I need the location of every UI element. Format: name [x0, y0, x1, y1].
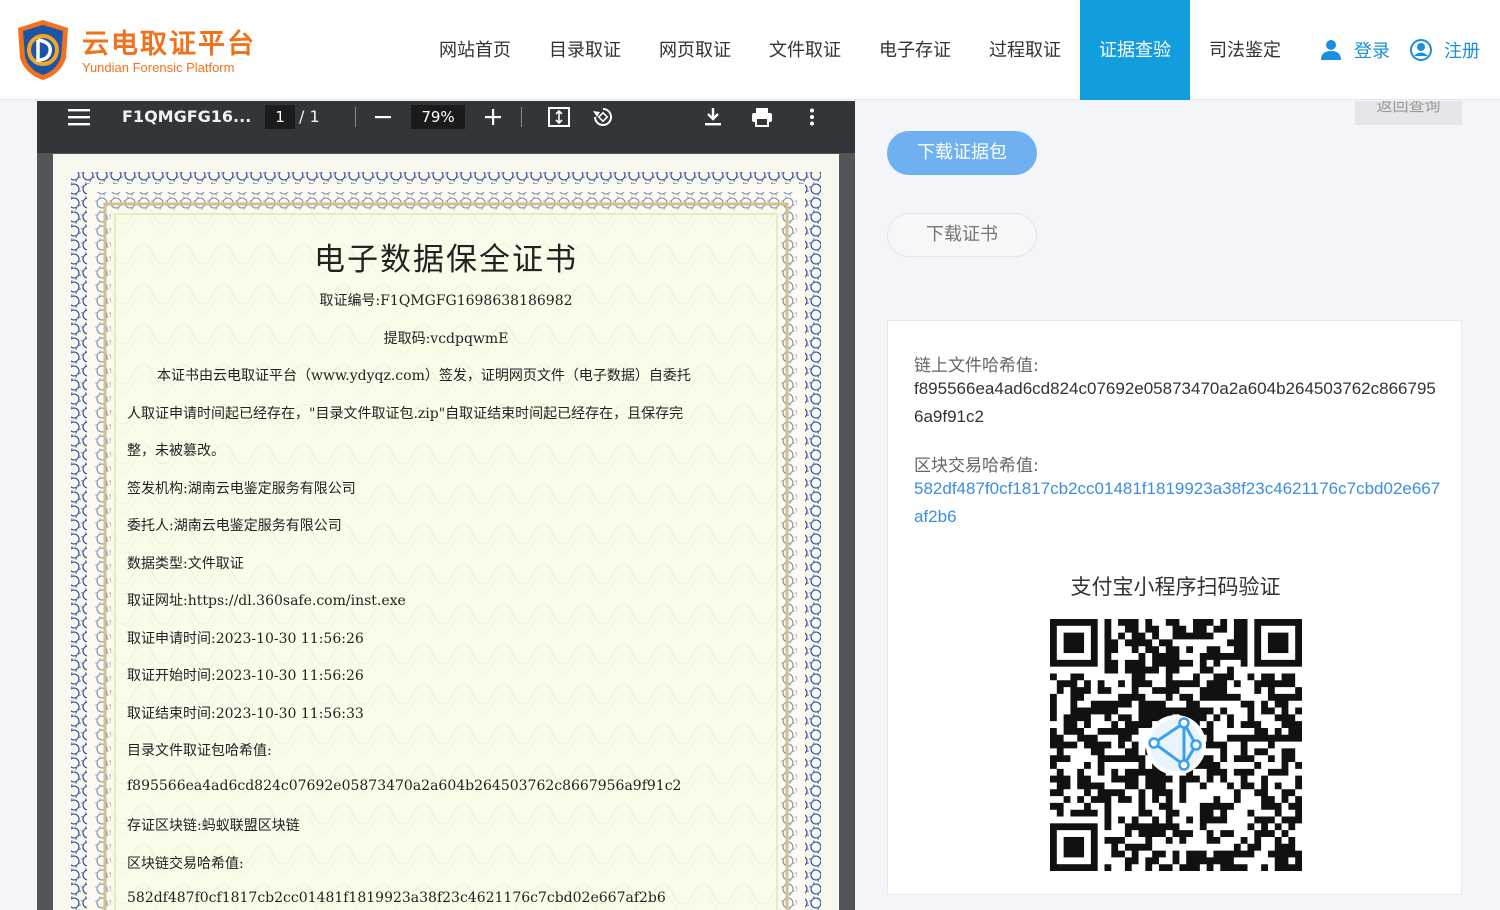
register-link[interactable]: 注册: [1410, 0, 1480, 100]
nav-item-6[interactable]: 证据查验: [1080, 0, 1190, 100]
toolbar-divider: [521, 107, 522, 127]
nav-item-1[interactable]: 目录取证: [530, 0, 640, 100]
back-to-search-button[interactable]: 返回查询: [1355, 101, 1462, 125]
rotate-icon[interactable]: [589, 101, 617, 133]
user-icon: [1321, 40, 1341, 60]
page-total: / 1: [299, 107, 320, 126]
user-circle-icon: [1410, 39, 1432, 61]
nav-item-4[interactable]: 电子存证: [860, 0, 970, 100]
extract-code: 提取码:vcdpqwmE: [383, 331, 509, 347]
tx-hash: 582df487f0cf1817cb2cc01481f1819923a38f23…: [127, 890, 666, 906]
shield-logo-icon[interactable]: [16, 18, 70, 82]
data-type: 数据类型:文件取证: [127, 556, 244, 572]
qr-title: 支付宝小程序扫码验证: [1070, 575, 1281, 599]
menu-icon[interactable]: [63, 101, 95, 133]
file-hash-label: 链上文件哈希值:: [914, 356, 1039, 376]
certificate-page: 电子数据保全证书 取证编号:F1QMGFG1698638186982 提取码:v…: [53, 154, 839, 910]
certificate-body-line: 人取证申请时间起已经存在，"目录文件取证包.zip"自取证结束时间起已经存在，且…: [127, 406, 684, 422]
zoom-level-input[interactable]: 79%: [411, 105, 465, 129]
tx-hash-label: 区块链交易哈希值:: [127, 856, 244, 872]
alipay-qr-code: [1050, 619, 1302, 871]
nav-item-2[interactable]: 网页取证: [640, 0, 750, 100]
brand-name-en: Yundian Forensic Platform: [82, 60, 235, 75]
page-number-input[interactable]: 1: [265, 105, 295, 129]
register-label: 注册: [1444, 41, 1480, 62]
end-time: 取证结束时间:2023-10-30 11:56:33: [127, 706, 364, 722]
tx-hash-link[interactable]: 582df487f0cf1817cb2cc01481f1819923a38f23…: [914, 475, 1444, 531]
download-icon[interactable]: [699, 101, 727, 133]
nav-item-3[interactable]: 文件取证: [750, 0, 860, 100]
certificate-body-line: 本证书由云电取证平台（www.ydyqz.com）签发，证明网页文件（电子数据）…: [157, 368, 691, 384]
more-options-icon[interactable]: [799, 101, 825, 133]
zoom-out-icon[interactable]: [369, 101, 397, 133]
zoom-in-icon[interactable]: [479, 101, 507, 133]
client: 委托人:湖南云电鉴定服务有限公司: [127, 518, 342, 534]
brand-name[interactable]: 云电取证平台: [82, 22, 256, 61]
login-label: 登录: [1354, 41, 1390, 62]
file-hash-value: f895566ea4ad6cd824c07692e05873470a2a604b…: [914, 379, 1436, 426]
blockchain-name: 存证区块链:蚂蚁联盟区块链: [127, 818, 300, 834]
toolbar-divider: [355, 107, 356, 127]
print-icon[interactable]: [747, 101, 777, 133]
package-hash-label: 目录文件取证包哈希值:: [127, 743, 272, 759]
pdf-toolbar: F1QMGFG16... 1 / 1 79%: [37, 101, 855, 153]
download-certificate-button[interactable]: 下载证书: [887, 213, 1037, 257]
download-evidence-package-button[interactable]: 下载证据包: [887, 131, 1037, 175]
site-header: 云电取证平台 Yundian Forensic Platform 网站首页 目录取…: [0, 0, 1500, 100]
certificate-body-line: 整，未被篡改。: [127, 443, 225, 459]
main-nav: 网站首页 目录取证 网页取证 文件取证 电子存证 过程取证 证据查验 司法鉴定: [420, 0, 1300, 100]
start-time: 取证开始时间:2023-10-30 11:56:26: [127, 668, 364, 684]
fit-page-icon[interactable]: [545, 101, 573, 133]
apply-time: 取证申请时间:2023-10-30 11:56:26: [127, 631, 364, 647]
nav-item-0[interactable]: 网站首页: [420, 0, 530, 100]
evidence-number: 取证编号:F1QMGFG1698638186982: [319, 293, 573, 309]
evidence-url: 取证网址:https://dl.360safe.com/inst.exe: [127, 593, 406, 609]
certificate-title: 电子数据保全证书: [314, 242, 578, 278]
issuer: 签发机构:湖南云电鉴定服务有限公司: [127, 481, 356, 497]
nav-item-5[interactable]: 过程取证: [970, 0, 1080, 100]
login-link[interactable]: 登录: [1320, 0, 1390, 100]
pdf-title: F1QMGFG16...: [122, 107, 252, 126]
verification-card: 链上文件哈希值: f895566ea4ad6cd824c07692e058734…: [887, 320, 1462, 895]
package-hash: f895566ea4ad6cd824c07692e05873470a2a604b…: [127, 778, 682, 794]
pdf-viewer[interactable]: F1QMGFG16... 1 / 1 79% 电子数据保全证书 取证编号:F1Q…: [37, 101, 855, 910]
tx-hash-label: 区块交易哈希值:: [914, 456, 1039, 476]
nav-item-7[interactable]: 司法鉴定: [1190, 0, 1300, 100]
